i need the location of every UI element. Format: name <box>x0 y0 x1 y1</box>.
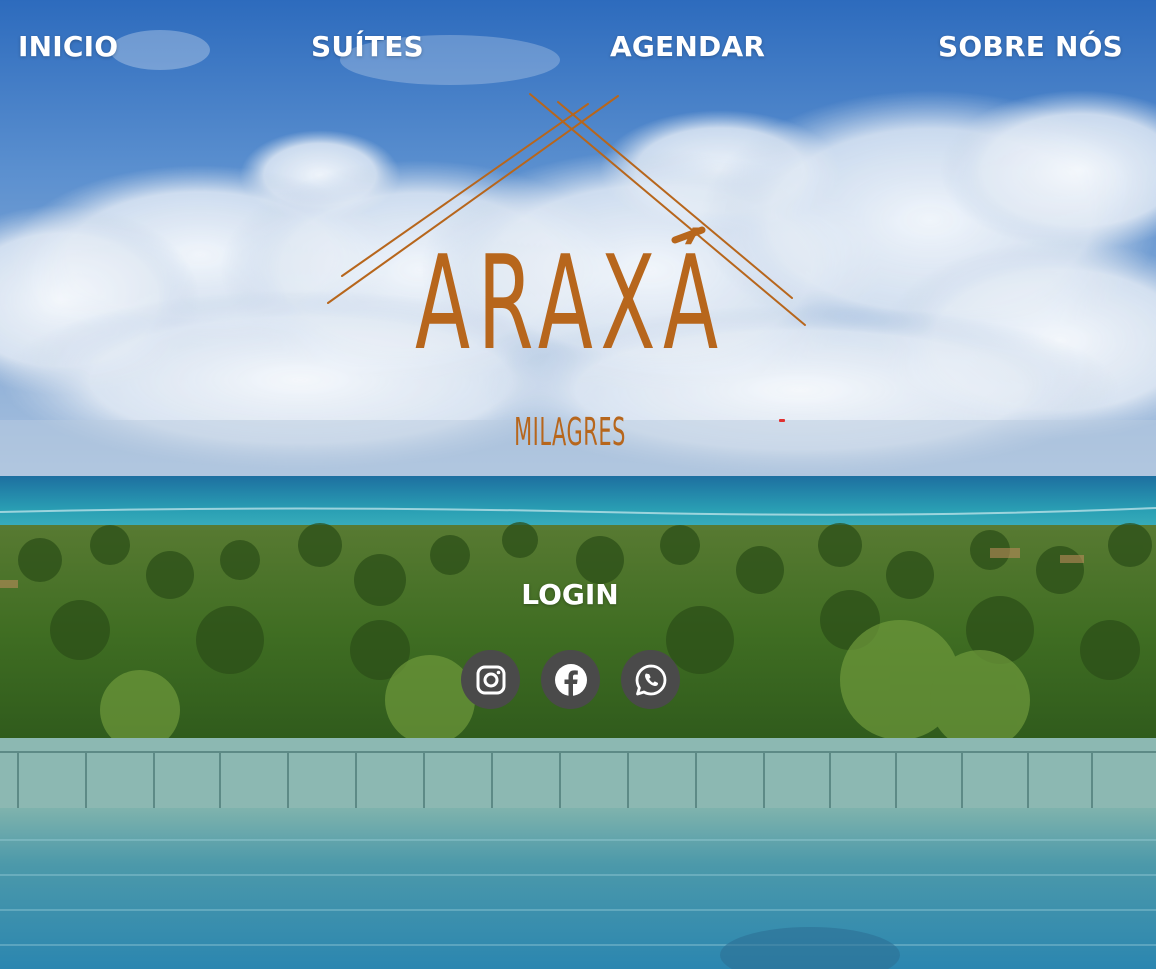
social-links <box>461 650 680 709</box>
facebook-button[interactable] <box>541 650 600 709</box>
brand-name: ARAXÁ <box>415 227 726 379</box>
decorative-dot <box>779 419 785 422</box>
whatsapp-button[interactable] <box>621 650 680 709</box>
instagram-icon <box>476 665 505 694</box>
nav-sobre-nos-link[interactable]: SOBRE NÓS <box>938 30 1123 63</box>
nav-agendar-link[interactable]: AGENDAR <box>610 30 765 63</box>
brand-location: MILAGRES <box>514 410 626 454</box>
main-nav: INICIO SUÍTES AGENDAR SOBRE NÓS <box>0 0 1156 96</box>
login-link[interactable]: LOGIN <box>0 578 1140 611</box>
nav-suites-link[interactable]: SUÍTES <box>311 30 424 63</box>
hero-section: INICIO SUÍTES AGENDAR SOBRE NÓS ARAXÁ MI… <box>0 0 1156 969</box>
facebook-icon <box>554 663 587 696</box>
brand-logo: ARAXÁ MILAGRES <box>320 88 820 468</box>
instagram-button[interactable] <box>461 650 520 709</box>
whatsapp-icon <box>635 664 666 695</box>
nav-inicio-link[interactable]: INICIO <box>18 30 118 63</box>
